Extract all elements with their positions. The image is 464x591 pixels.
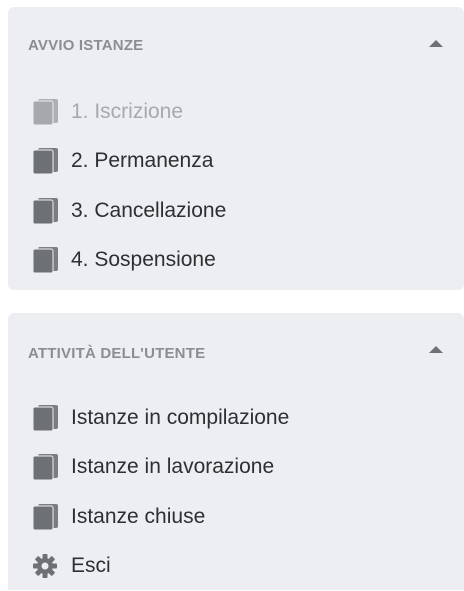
document-icon — [30, 405, 60, 431]
attivita-utente-panel: ATTIVITÀ DELL'UTENTE Istanze in compilaz… — [8, 313, 464, 590]
menu-item-label: 3. Cancellazione — [71, 199, 226, 223]
document-icon — [30, 504, 60, 530]
menu-item-istanze-chiuse[interactable]: Istanze chiuse — [30, 492, 454, 542]
menu-item-permanenza[interactable]: 2. Permanenza — [30, 137, 454, 187]
document-icon — [30, 454, 60, 480]
menu-item-label: 1. Iscrizione — [71, 100, 183, 124]
menu-item-label: Istanze in lavorazione — [71, 455, 274, 479]
menu-item-label: 4. Sospensione — [71, 248, 216, 272]
menu-item-label: Esci — [71, 554, 111, 578]
menu-item-esci[interactable]: Esci — [30, 542, 454, 591]
menu-item-sospensione[interactable]: 4. Sospensione — [30, 236, 454, 286]
document-icon — [30, 148, 60, 174]
menu-item-label: 2. Permanenza — [71, 149, 213, 173]
document-icon — [30, 99, 60, 125]
menu-item-label: Istanze in compilazione — [71, 406, 289, 430]
panel-title: ATTIVITÀ DELL'UTENTE — [28, 345, 205, 362]
collapse-caret-icon[interactable] — [428, 343, 444, 355]
avvio-istanze-menu: 1. Iscrizione 2. Permanenza 3. Cancellaz… — [30, 87, 454, 285]
menu-item-istanze-compilazione[interactable]: Istanze in compilazione — [30, 393, 454, 443]
document-icon — [30, 247, 60, 273]
avvio-istanze-panel: AVVIO ISTANZE 1. Iscrizione 2. Permanenz… — [8, 7, 464, 290]
menu-item-cancellazione[interactable]: 3. Cancellazione — [30, 186, 454, 236]
gear-icon — [30, 553, 60, 579]
document-icon — [30, 198, 60, 224]
attivita-utente-menu: Istanze in compilazione Istanze in lavor… — [30, 393, 454, 591]
menu-item-label: Istanze chiuse — [71, 505, 205, 529]
menu-item-istanze-lavorazione[interactable]: Istanze in lavorazione — [30, 443, 454, 493]
collapse-caret-icon[interactable] — [428, 37, 444, 49]
panel-title: AVVIO ISTANZE — [28, 37, 143, 54]
menu-item-iscrizione[interactable]: 1. Iscrizione — [30, 87, 454, 137]
